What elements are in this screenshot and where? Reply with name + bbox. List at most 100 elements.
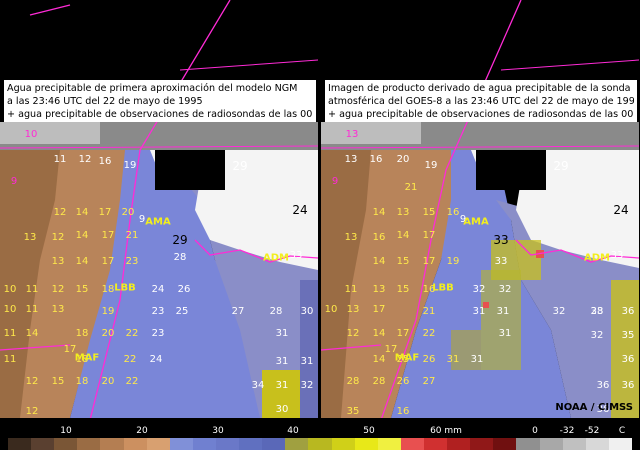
pw-value-label: 36 bbox=[621, 306, 635, 317]
pw-value-label: 15 bbox=[396, 256, 410, 267]
pw-value-label: 35 bbox=[621, 330, 635, 341]
pw-value-label: 26 bbox=[422, 354, 436, 365]
pw-value-label: 26 bbox=[396, 376, 410, 387]
colorbar-swatch bbox=[539, 438, 564, 450]
pw-value-label: 28 bbox=[372, 376, 386, 387]
pw-value-label: 9 bbox=[10, 176, 18, 187]
colorbar-swatch bbox=[308, 438, 333, 450]
pw-value-label: 30 bbox=[300, 306, 314, 317]
colorbar-tick-label: 0 bbox=[532, 426, 538, 436]
pw-value-label: 33 bbox=[610, 250, 624, 261]
right-corner-value: 13 bbox=[345, 129, 359, 140]
pw-value-label: 23 bbox=[125, 256, 139, 267]
pw-value-label: 13 bbox=[51, 256, 65, 267]
right-caption-line-2: atmosférica del GOES-8 a las 23:46 UTC d… bbox=[328, 96, 634, 107]
pw-value-label: 17 bbox=[422, 230, 436, 241]
pw-value-label: 21 bbox=[404, 182, 418, 193]
pw-value-label: 26 bbox=[177, 284, 191, 295]
precipitable-water-colorbar: 10 20 30 40 50 60 mm 0 -32 -52 C bbox=[0, 418, 640, 450]
colorbar-swatch bbox=[8, 438, 32, 450]
pw-value-label: 18 bbox=[101, 284, 115, 295]
pw-value-label: 14 bbox=[75, 256, 89, 267]
pw-value-label: 33 bbox=[494, 256, 508, 267]
pw-value-label: 13 bbox=[346, 304, 360, 315]
pw-value-label: 28 bbox=[173, 252, 187, 263]
pw-value-label: 17 bbox=[101, 256, 115, 267]
pw-value-label: 15 bbox=[422, 207, 436, 218]
pw-value-label: 10 bbox=[3, 304, 17, 315]
pw-value-label: 17 bbox=[396, 328, 410, 339]
left-caption: Agua precipitable de primera aproximació… bbox=[4, 80, 316, 122]
pw-value-label: 34 bbox=[251, 380, 265, 391]
pw-value-label: 21 bbox=[422, 306, 436, 317]
pw-value-label: 14 bbox=[396, 230, 410, 241]
colorbar-swatch bbox=[354, 438, 379, 450]
colorbar-swatch bbox=[123, 438, 148, 450]
pw-value-label: 17 bbox=[98, 207, 112, 218]
pw-value-label: 14 bbox=[75, 207, 89, 218]
colorbar-swatch bbox=[77, 438, 101, 450]
colorbar-swatch bbox=[54, 438, 78, 450]
pw-value-label: 28 bbox=[590, 306, 604, 317]
station-lbb-right: LBB bbox=[432, 282, 454, 294]
pw-value-label: 24 bbox=[292, 203, 308, 217]
right-caption: Imagen de producto derivado de agua prec… bbox=[325, 80, 637, 122]
pw-value-label: 29 bbox=[553, 159, 569, 173]
pw-value-label: 13 bbox=[23, 232, 37, 243]
left-caption-line-1: Agua precipitable de primera aproximació… bbox=[7, 83, 298, 94]
left-caption-line-2: a las 23:46 UTC del 22 de mayo de 1995 bbox=[7, 96, 203, 107]
colorbar-swatch bbox=[562, 438, 587, 450]
station-adm-right: ADM bbox=[584, 252, 610, 264]
station-ama-right: AMA bbox=[463, 216, 489, 228]
right-panel-goes: Imagen de producto derivado de agua prec… bbox=[321, 0, 639, 418]
pw-value-label: 36 bbox=[596, 380, 610, 391]
pw-value-label: 12 bbox=[346, 328, 360, 339]
colorbar-tick-label: 30 bbox=[212, 426, 224, 436]
left-corner-value: 10 bbox=[24, 129, 38, 140]
pw-value-label: 16 bbox=[446, 207, 460, 218]
colorbar-tick-label: 40 bbox=[287, 426, 299, 436]
pw-value-label: 22 bbox=[125, 376, 139, 387]
pw-value-label: 20 bbox=[396, 154, 410, 165]
pw-value-label: 11 bbox=[344, 284, 358, 295]
pw-value-label: 33 bbox=[289, 250, 303, 261]
colorbar-swatch bbox=[192, 438, 217, 450]
pw-value-label: 9 bbox=[138, 214, 146, 225]
right-caption-line-3: + agua precipitable de observaciones de … bbox=[328, 109, 634, 120]
pw-value-label: 19 bbox=[123, 160, 137, 171]
pw-value-label: 14 bbox=[372, 207, 386, 218]
pw-value-label: 12 bbox=[78, 154, 92, 165]
pw-value-label: 31 bbox=[470, 354, 484, 365]
pw-value-label: 20 bbox=[101, 328, 115, 339]
pw-value-label: 19 bbox=[446, 256, 460, 267]
colorbar-swatch bbox=[285, 438, 309, 450]
pw-value-label: 22 bbox=[125, 328, 139, 339]
pw-value-label: 22 bbox=[123, 354, 137, 365]
pw-value-label: 12 bbox=[53, 207, 67, 218]
pw-value-label: 17 bbox=[372, 304, 386, 315]
pw-value-label: 31 bbox=[496, 306, 510, 317]
pw-value-label: 32 bbox=[498, 284, 512, 295]
pw-value-label: 12 bbox=[25, 376, 39, 387]
pw-value-label: 36 bbox=[621, 380, 635, 391]
pw-value-label: 9 bbox=[331, 176, 339, 187]
colorbar-tick-label: 10 bbox=[60, 426, 72, 436]
pw-value-label: 14 bbox=[372, 256, 386, 267]
pw-value-label: 30 bbox=[275, 404, 289, 415]
pw-value-label: 18 bbox=[75, 328, 89, 339]
colorbar-swatch bbox=[216, 438, 240, 450]
pw-value-label: 17 bbox=[422, 256, 436, 267]
pw-value-label: 22 bbox=[422, 328, 436, 339]
colorbar-tick-label: -52 bbox=[584, 426, 600, 436]
right-caption-line-1: Imagen de producto derivado de agua prec… bbox=[328, 83, 631, 94]
colorbar-swatch bbox=[585, 438, 610, 450]
station-maf-right: MAF bbox=[394, 352, 420, 364]
colorbar-tick-label: 20 bbox=[136, 426, 148, 436]
colorbar-swatch bbox=[424, 438, 448, 450]
colorbar-swatch bbox=[493, 438, 517, 450]
pw-value-label: 12 bbox=[51, 232, 65, 243]
pw-value-label: 10 bbox=[3, 284, 17, 295]
pw-value-label: 16 bbox=[369, 154, 383, 165]
pw-value-label: 23 bbox=[151, 306, 165, 317]
pw-value-label: 32 bbox=[552, 306, 566, 317]
